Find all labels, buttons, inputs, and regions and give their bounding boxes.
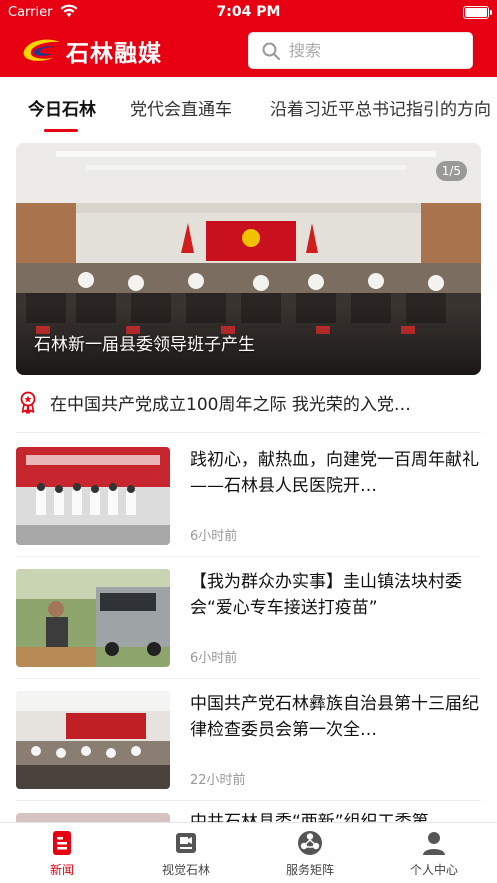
active-tab-indicator: [44, 129, 78, 132]
news-thumbnail: [16, 569, 170, 667]
news-time: 6小时前: [190, 651, 238, 666]
news-item[interactable]: 中国共产党石林彝族自治县第十三届纪律检查委员会第一次全… 22小时前: [16, 691, 481, 803]
news-thumbnail: [16, 813, 170, 822]
nav-service-matrix[interactable]: 服务矩阵: [265, 829, 355, 878]
battery-icon: [463, 6, 492, 19]
nav-profile[interactable]: 个人中心: [389, 829, 479, 878]
search-box[interactable]: [248, 32, 473, 69]
news-doc-icon: [53, 831, 71, 855]
divider: [16, 678, 481, 679]
nav-label: 视觉石林: [161, 863, 210, 877]
nav-label: 个人中心: [409, 863, 458, 877]
search-icon: [262, 42, 280, 60]
tab-party-congress[interactable]: 党代会直通车: [130, 95, 232, 120]
user-profile-icon: [423, 832, 445, 855]
banner-carousel[interactable]: 1/5 石林新一届县委领导班子产生: [16, 143, 481, 375]
nav-visual-shilin[interactable]: 视觉石林: [141, 829, 231, 878]
news-thumbnail: [16, 691, 170, 789]
news-thumbnail: [16, 447, 170, 545]
nav-label: 服务矩阵: [285, 863, 334, 877]
banner-caption[interactable]: 石林新一届县委领导班子产生: [34, 330, 255, 355]
news-title[interactable]: 中共石林县委“两新”组织工委第: [190, 813, 480, 822]
divider: [16, 432, 481, 433]
news-item[interactable]: 中共石林县委“两新”组织工委第: [16, 813, 481, 822]
tab-direction[interactable]: 沿着习近平总书记指引的方向: [270, 95, 491, 120]
clock: 7:04 PM: [216, 4, 281, 20]
nav-news[interactable]: 新闻: [17, 829, 107, 878]
award-ribbon-icon: [20, 391, 36, 414]
headline-notice[interactable]: 在中国共产党成立100周年之际 我光荣的入党…: [16, 384, 481, 420]
app-header: Carrier 7:04 PM 石林融媒: [0, 0, 497, 77]
bottom-nav: 新闻 视觉石林 服务矩阵 个人中心: [0, 822, 497, 883]
logo-text: 石林融媒: [66, 41, 162, 67]
news-title[interactable]: 【我为群众办实事】圭山镇法块村委会“爱心专车接送打疫苗”: [190, 569, 480, 621]
news-title[interactable]: 中国共产党石林彝族自治县第十三届纪律检查委员会第一次全…: [190, 691, 480, 743]
divider: [16, 800, 481, 801]
news-item[interactable]: 践初心，献热血，向建党一百周年献礼——石林县人民医院开… 6小时前: [16, 447, 481, 559]
video-camera-icon: [176, 833, 196, 853]
search-input[interactable]: [289, 41, 459, 60]
tab-today-shilin[interactable]: 今日石林: [28, 95, 96, 120]
status-bar: Carrier 7:04 PM: [0, 0, 497, 26]
news-time: 6小时前: [190, 529, 238, 544]
banner-page-counter: 1/5: [435, 161, 467, 181]
news-time: 22小时前: [190, 773, 246, 788]
service-matrix-icon: [298, 831, 322, 855]
notice-text[interactable]: 在中国共产党成立100周年之际 我光荣的入党…: [50, 390, 470, 415]
news-item[interactable]: 【我为群众办实事】圭山镇法块村委会“爱心专车接送打疫苗” 6小时前: [16, 569, 481, 681]
divider: [16, 556, 481, 557]
logo-swoosh-icon: [23, 39, 60, 61]
channel-tabs: 今日石林 党代会直通车 沿着习近平总书记指引的方向: [0, 77, 497, 139]
nav-label: 新闻: [49, 863, 74, 877]
app-logo: 石林融媒: [20, 34, 162, 68]
news-title[interactable]: 践初心，献热血，向建党一百周年献礼——石林县人民医院开…: [190, 447, 480, 499]
